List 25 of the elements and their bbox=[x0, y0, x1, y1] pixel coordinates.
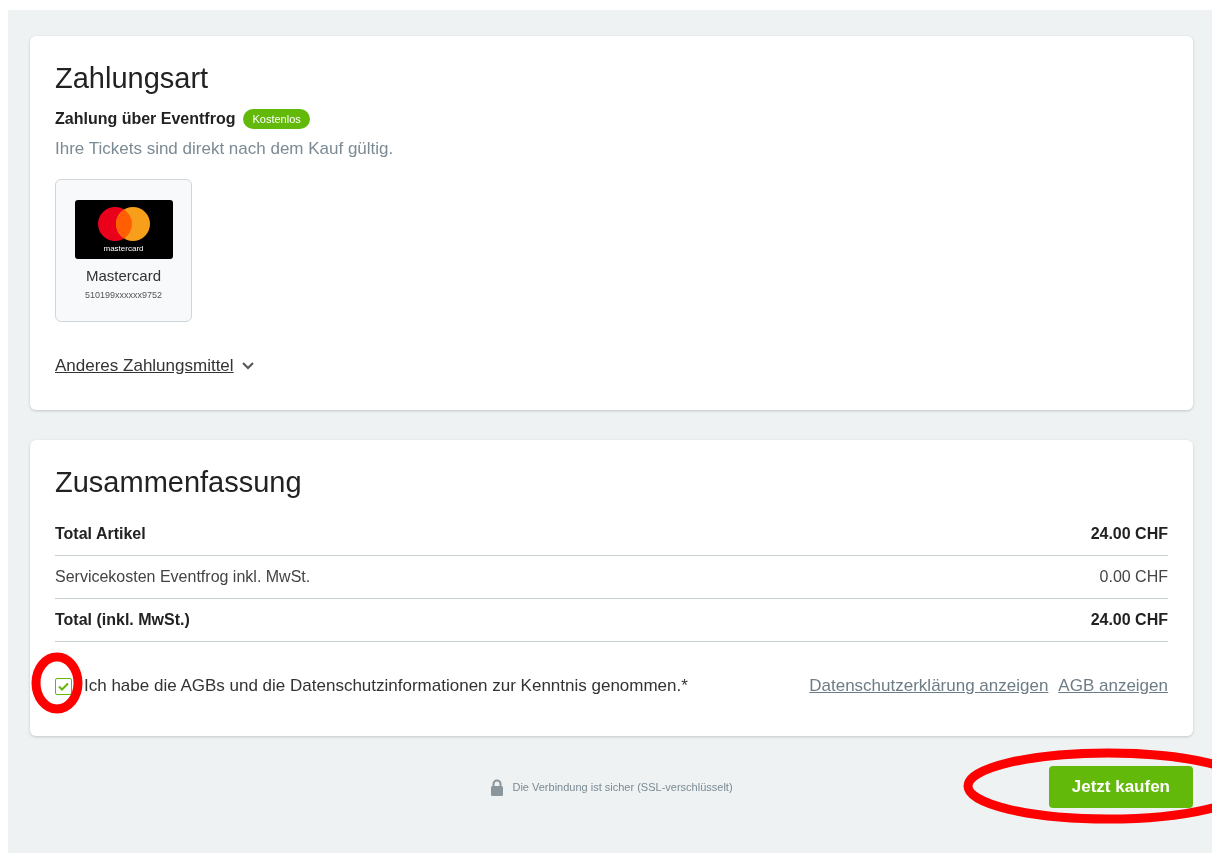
summary-amount: 24.00 CHF bbox=[1090, 525, 1168, 543]
summary-label: Total Artikel bbox=[55, 525, 146, 543]
payment-card-option[interactable]: mastercard Mastercard 510199xxxxxx9752 bbox=[55, 179, 192, 322]
card-number: 510199xxxxxx9752 bbox=[84, 290, 163, 300]
document-link[interactable]: Datenschutzerklärung anzeigen bbox=[809, 676, 1049, 696]
secure-note: Die Verbindung ist sicher (SSL-verschlüsselt) bbox=[512, 781, 733, 793]
buy-button[interactable]: Jetzt kaufen bbox=[1048, 766, 1193, 808]
section-title: Zahlungsart bbox=[55, 62, 210, 95]
agree-label: Ich habe die AGBs und die Datenschutzinformationen zur Kenntnis genommen.* bbox=[84, 676, 688, 696]
card-name: Mastercard bbox=[86, 267, 161, 284]
summary-amount: 24.00 CHF bbox=[1090, 611, 1168, 629]
logo-text: mastercard bbox=[103, 244, 144, 253]
method-label: Zahlung über Eventfrog bbox=[55, 110, 236, 128]
method-note: Ihre Tickets sind direkt nach dem Kauf gültig. bbox=[55, 139, 395, 159]
summary-label: Total (inkl. MwSt.) bbox=[55, 611, 190, 629]
free-badge: Kostenlos bbox=[243, 109, 310, 129]
other-payment-link[interactable]: Anderes Zahlungsmittel bbox=[55, 356, 254, 376]
summary-amount: 0.00 CHF bbox=[1099, 568, 1168, 586]
summary-label: Servicekosten Eventfrog inkl. MwSt. bbox=[55, 568, 311, 586]
check-icon bbox=[58, 681, 69, 691]
section-title: Zusammenfassung bbox=[55, 466, 303, 499]
document-link[interactable]: AGB anzeigen bbox=[1058, 676, 1168, 696]
agree-checkbox[interactable] bbox=[55, 677, 72, 695]
lock-icon bbox=[490, 778, 505, 796]
chevron-down-icon bbox=[241, 362, 254, 370]
